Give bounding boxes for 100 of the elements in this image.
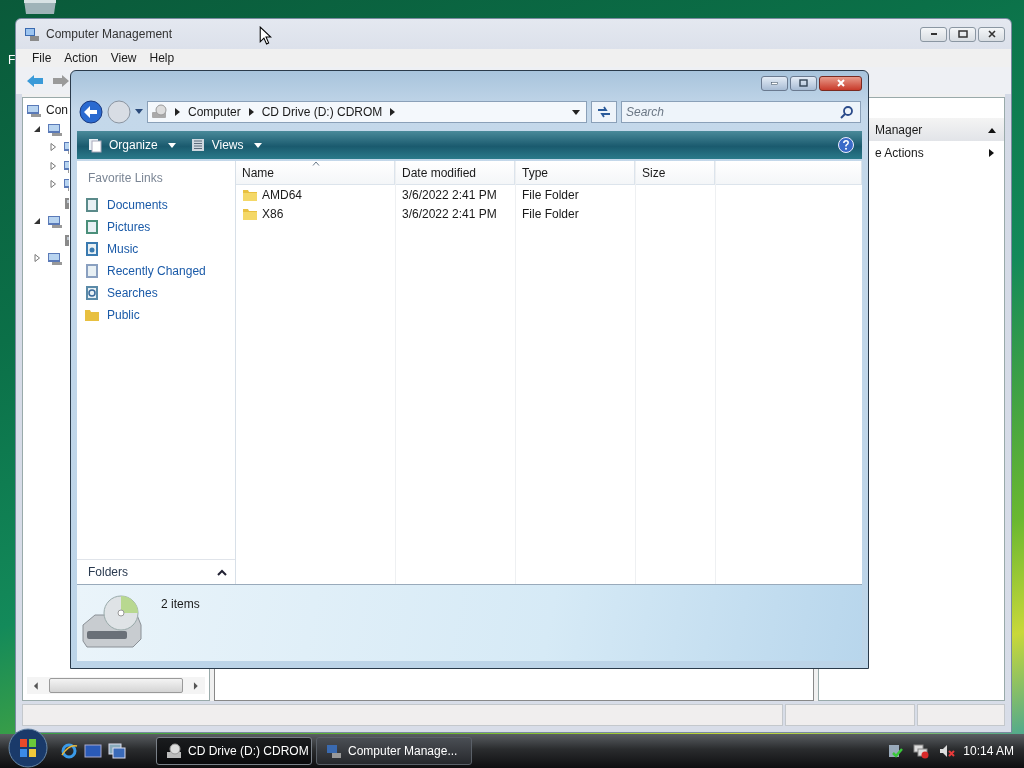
computer-management-icon xyxy=(326,743,342,759)
drive-icon xyxy=(151,104,167,120)
submenu-arrow-icon[interactable] xyxy=(988,148,996,157)
folders-label[interactable]: Folders xyxy=(88,565,128,579)
taskbar-button[interactable]: Computer Manage... xyxy=(316,737,472,765)
collapsed-arrow-icon[interactable] xyxy=(49,180,57,189)
favorite-link[interactable]: Music xyxy=(77,238,235,260)
collapsed-arrow-icon[interactable] xyxy=(49,143,57,152)
collapsed-arrow-icon[interactable] xyxy=(49,161,57,170)
tree-item[interactable]: Con xyxy=(46,103,68,118)
tree-node-icon[interactable] xyxy=(47,250,63,267)
minimize-button[interactable] xyxy=(920,26,947,42)
breadcrumb-arrow-icon[interactable] xyxy=(248,108,254,116)
close-button[interactable] xyxy=(978,26,1005,42)
favorite-link[interactable]: Public xyxy=(77,304,235,326)
security-check-icon[interactable] xyxy=(887,743,904,759)
button-label: Computer Manage... xyxy=(348,744,458,758)
muted-speaker-icon[interactable] xyxy=(939,743,956,759)
windows-icon[interactable] xyxy=(108,742,126,760)
menu-item[interactable]: Action xyxy=(58,51,105,65)
favorite-link[interactable]: Searches xyxy=(77,282,235,304)
help-icon[interactable] xyxy=(838,137,854,153)
recycle-bin-icon[interactable] xyxy=(22,0,58,14)
maximize-button[interactable] xyxy=(949,26,976,42)
list-view-icon xyxy=(189,137,206,153)
clock-document-icon xyxy=(84,263,100,279)
menu-item[interactable]: File xyxy=(26,51,59,65)
folders-bar[interactable]: Folders xyxy=(77,559,235,584)
start-button[interactable] xyxy=(8,728,48,768)
close-icon xyxy=(836,79,845,87)
pointer-icon xyxy=(259,26,272,45)
maximize-icon xyxy=(799,79,808,87)
expanded-arrow-icon[interactable] xyxy=(33,124,41,133)
button-label: CD Drive (D:) CDROM xyxy=(188,744,309,758)
tree-node-icon[interactable] xyxy=(26,102,42,119)
chevron-up-icon[interactable] xyxy=(217,568,227,576)
desktop-icon[interactable] xyxy=(84,742,102,760)
back-arrow-icon[interactable] xyxy=(26,73,44,88)
drive-icon xyxy=(166,743,182,759)
table-cell: 3/6/2022 2:41 PM xyxy=(402,187,497,202)
close-icon xyxy=(987,30,996,38)
button-label: Views xyxy=(211,138,244,152)
breadcrumb[interactable]: CD Drive (D:) CDROM xyxy=(261,105,383,119)
column-header[interactable]: Size xyxy=(636,161,715,185)
breadcrumb-arrow-icon[interactable] xyxy=(175,108,180,116)
maximize-button[interactable] xyxy=(790,75,817,91)
scroll-left-icon[interactable] xyxy=(33,681,39,690)
minimize-icon xyxy=(930,33,937,35)
favorite-link[interactable]: Pictures xyxy=(77,216,235,238)
desktop-icon-label[interactable]: F xyxy=(8,53,16,67)
refresh-button[interactable] xyxy=(591,101,617,123)
column-header[interactable]: Name xyxy=(236,161,395,185)
search-folder-icon xyxy=(84,285,100,301)
document-icon xyxy=(84,197,100,213)
picture-icon xyxy=(84,219,100,235)
action-item[interactable]: e Actions xyxy=(875,145,924,160)
breadcrumb[interactable]: Computer xyxy=(188,105,241,119)
circle-icon xyxy=(107,100,131,124)
pages-icon xyxy=(87,137,103,153)
network-error-icon[interactable] xyxy=(913,743,930,759)
table-cell: File Folder xyxy=(522,187,579,202)
clock[interactable]: 10:14 AM xyxy=(963,744,1014,758)
refresh-icon xyxy=(596,105,612,119)
favorite-link[interactable]: Recently Changed xyxy=(77,260,235,282)
horizontal-scrollbar[interactable] xyxy=(27,677,205,694)
folder-icon xyxy=(84,307,100,323)
organize-button[interactable]: Organize xyxy=(83,134,180,156)
column-header[interactable]: Type xyxy=(516,161,635,185)
column-header[interactable]: Date modified xyxy=(396,161,515,185)
close-button[interactable] xyxy=(819,75,862,91)
favorite-link[interactable]: Documents xyxy=(77,194,235,216)
browser-icon[interactable] xyxy=(60,742,78,760)
dropdown-arrow-icon[interactable] xyxy=(135,109,143,115)
actions-header: Manager xyxy=(875,122,923,137)
breadcrumb-arrow-icon[interactable] xyxy=(390,108,396,116)
tree-node-icon[interactable] xyxy=(47,213,63,230)
search-icon[interactable] xyxy=(840,105,854,119)
item-count: 2 items xyxy=(161,597,200,611)
minimize-icon xyxy=(771,81,778,85)
file-name[interactable]: AMD64 xyxy=(262,187,302,202)
scroll-right-icon[interactable] xyxy=(193,681,199,690)
menu-item[interactable]: View xyxy=(104,51,144,65)
views-button[interactable]: Views xyxy=(185,134,266,156)
expanded-arrow-icon[interactable] xyxy=(33,217,41,226)
search-box[interactable]: Search xyxy=(621,101,861,123)
menu-item[interactable]: Help xyxy=(143,51,182,65)
maximize-icon xyxy=(957,30,968,38)
scrollbar-thumb[interactable] xyxy=(48,678,184,693)
favorite-links-heading: Favorite Links xyxy=(87,170,164,187)
dropdown-arrow-icon xyxy=(167,142,176,148)
search-field[interactable]: Search xyxy=(626,105,840,119)
back-button[interactable] xyxy=(79,100,103,124)
address-bar[interactable]: Computer CD Drive (D:) CDROM xyxy=(147,101,587,123)
file-name[interactable]: X86 xyxy=(262,206,284,221)
cd-drive-icon xyxy=(81,593,143,649)
taskbar-button[interactable]: CD Drive (D:) CDROM xyxy=(156,737,312,765)
collapsed-arrow-icon[interactable] xyxy=(33,254,41,263)
window-title: Computer Management xyxy=(46,27,173,41)
music-icon xyxy=(84,241,100,257)
dropdown-arrow-icon[interactable] xyxy=(572,109,580,115)
